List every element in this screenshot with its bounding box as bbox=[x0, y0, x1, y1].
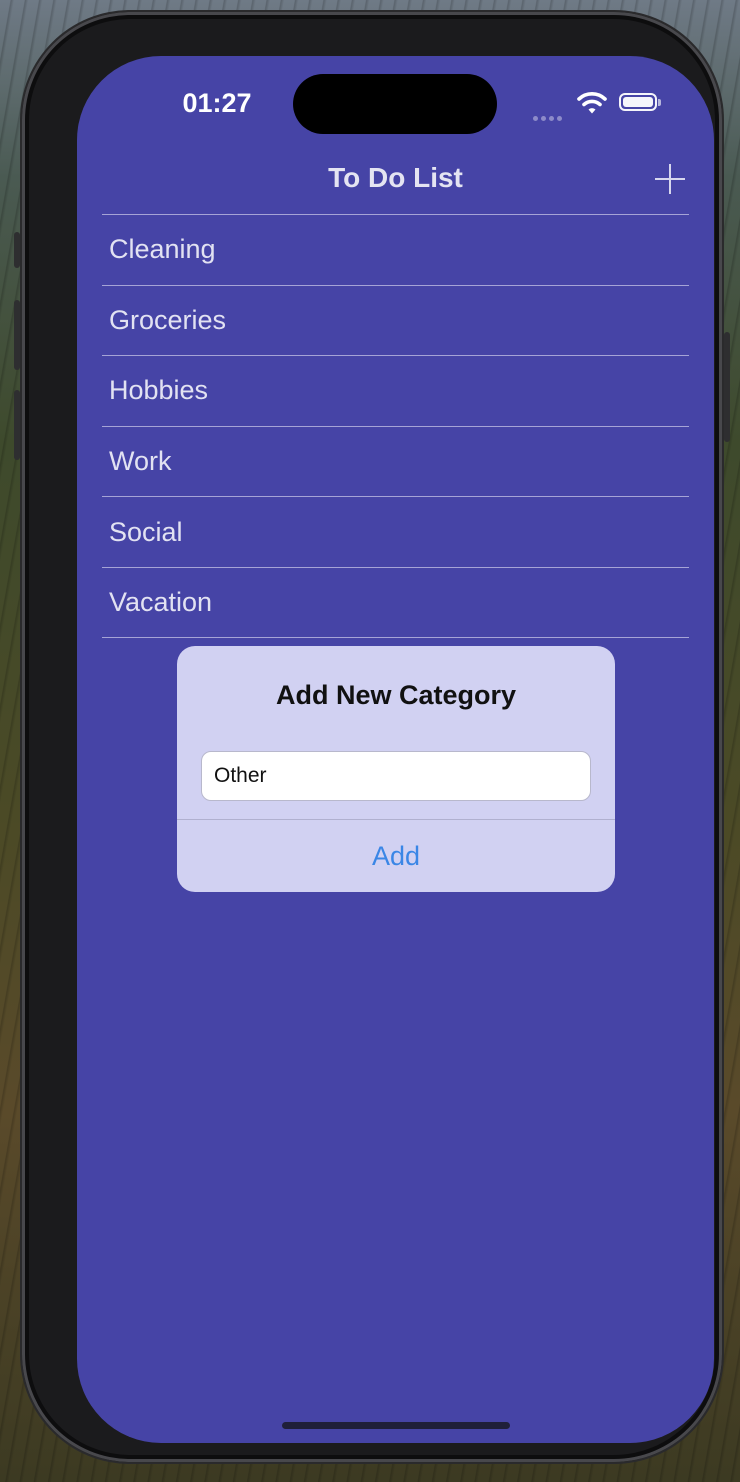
battery-icon bbox=[619, 93, 661, 111]
power-button bbox=[724, 332, 730, 442]
status-time: 01:27 bbox=[182, 88, 252, 118]
category-name-input[interactable] bbox=[201, 751, 591, 801]
nav-title: To Do List bbox=[328, 162, 463, 193]
category-item-work[interactable]: Work bbox=[102, 425, 689, 497]
action-button bbox=[14, 232, 20, 268]
category-item-vacation[interactable]: Vacation bbox=[102, 566, 689, 638]
category-item-hobbies[interactable]: Hobbies bbox=[102, 355, 689, 426]
category-item-social[interactable]: Social bbox=[102, 496, 689, 567]
add-button[interactable]: Add bbox=[177, 820, 615, 892]
volume-down-button bbox=[14, 390, 20, 460]
cellular-signal-icon bbox=[533, 108, 565, 126]
volume-up-button bbox=[14, 300, 20, 370]
add-category-alert: Add New Category Add bbox=[177, 646, 615, 892]
home-indicator[interactable] bbox=[282, 1422, 510, 1429]
wifi-icon bbox=[577, 92, 607, 114]
app-screen: 01:27 To Do List Cleaning Groceries Hobb… bbox=[77, 56, 714, 1443]
dynamic-island bbox=[293, 74, 497, 134]
alert-title: Add New Category bbox=[275, 680, 517, 710]
add-category-button[interactable] bbox=[653, 162, 687, 196]
category-item-groceries[interactable]: Groceries bbox=[102, 284, 689, 356]
category-item-cleaning[interactable]: Cleaning bbox=[102, 214, 689, 285]
phone-frame: 01:27 To Do List Cleaning Groceries Hobb… bbox=[14, 12, 730, 1462]
category-list: Cleaning Groceries Hobbies Work Social V… bbox=[102, 214, 689, 638]
